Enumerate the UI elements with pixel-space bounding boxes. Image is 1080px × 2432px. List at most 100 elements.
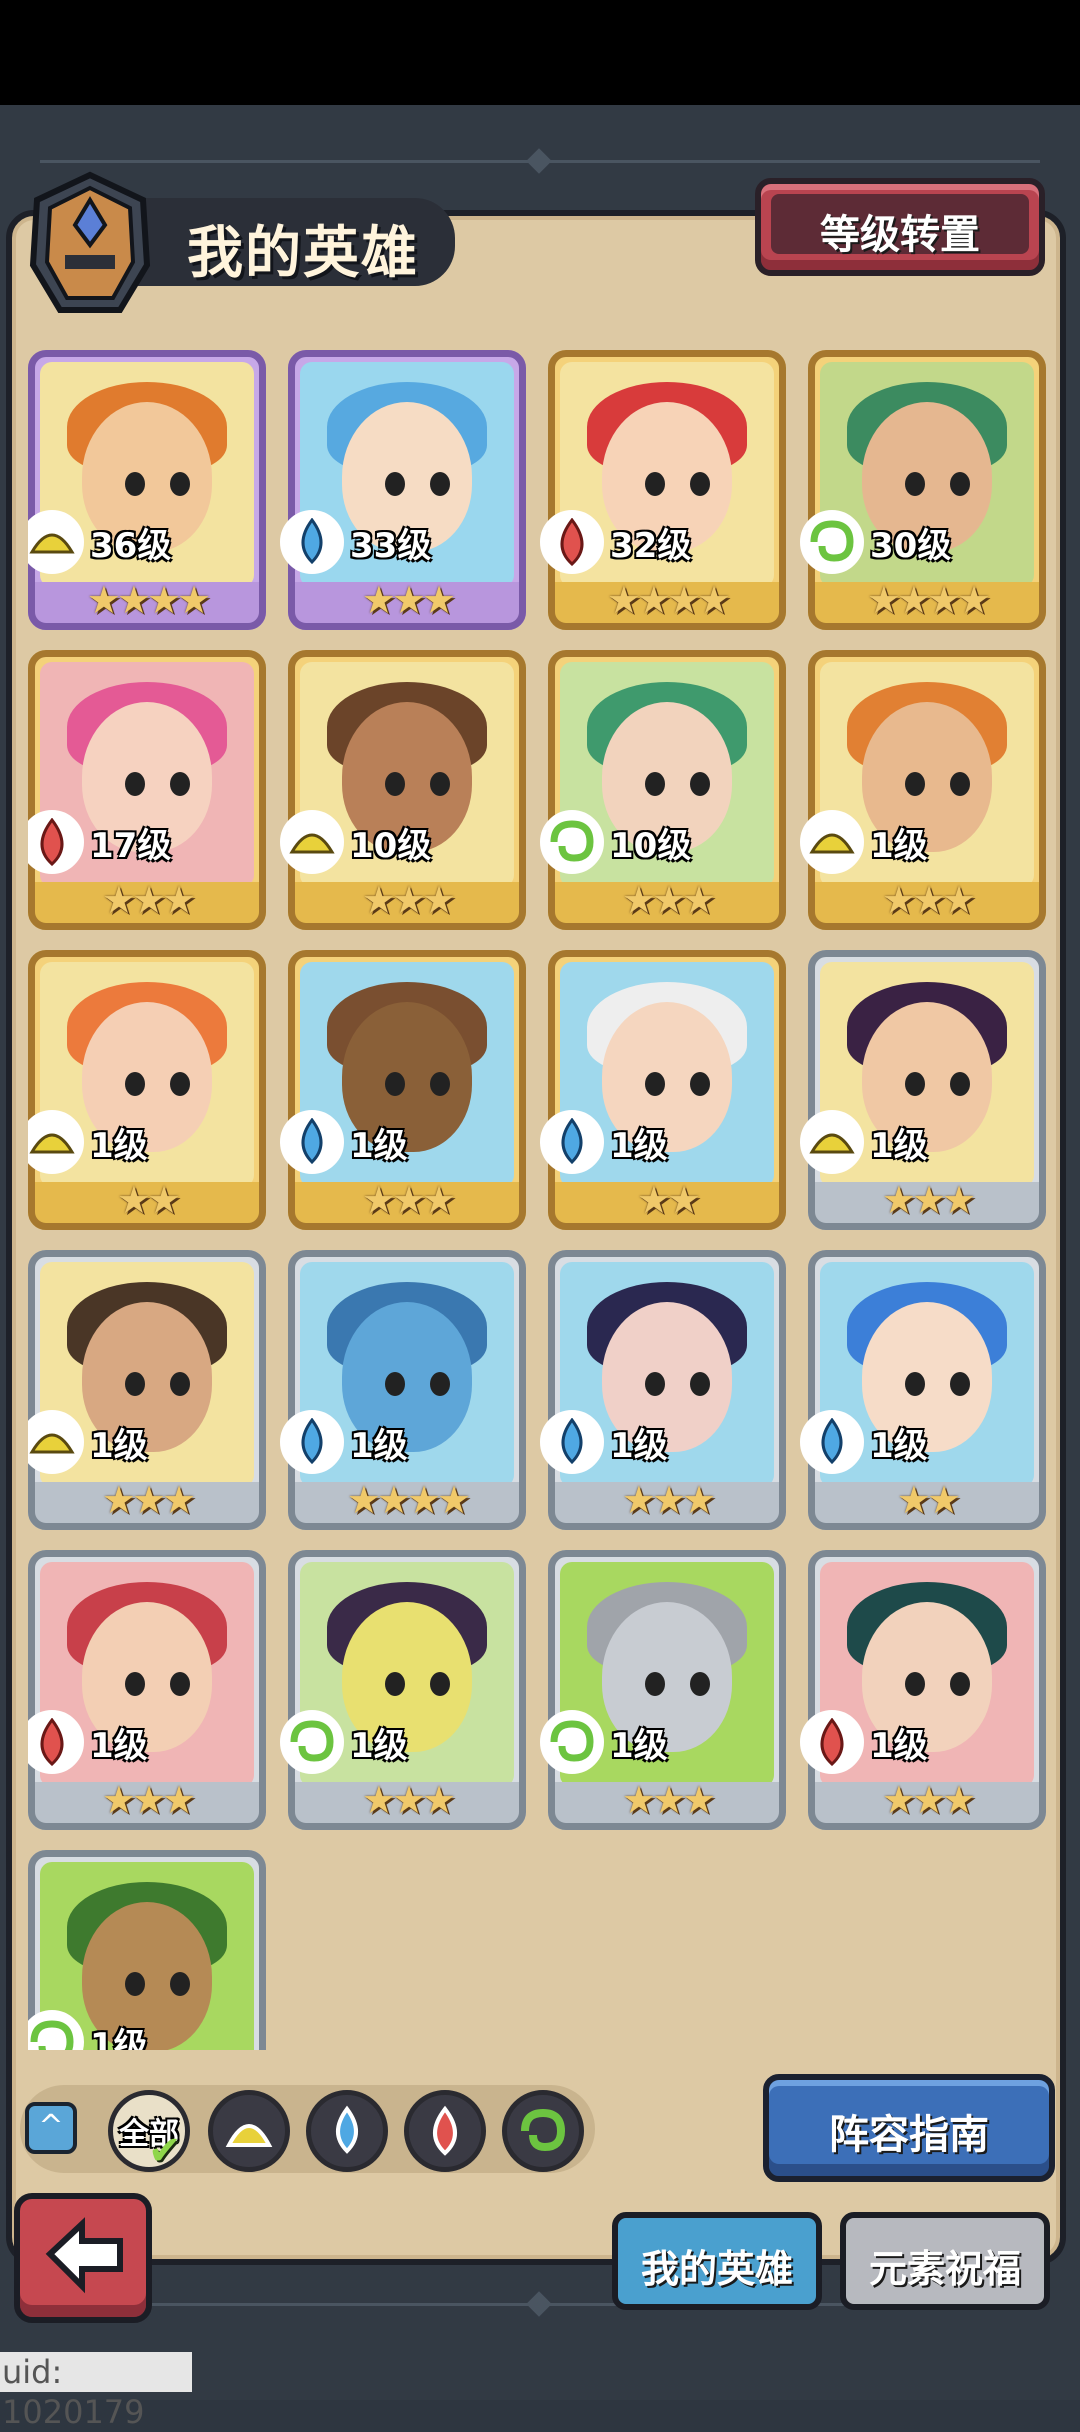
hero-stars: ★★★★ bbox=[346, 1478, 471, 1522]
water-element-icon bbox=[280, 1410, 344, 1474]
tab-element-blessing-label: 元素祝福 bbox=[868, 2247, 1021, 2291]
tab-my-heroes-label: 我的英雄 bbox=[640, 2247, 793, 2291]
filter-wind[interactable] bbox=[502, 2090, 584, 2172]
hero-card[interactable]: 1级 ★★★ bbox=[28, 1550, 266, 1830]
hero-card[interactable]: 30级 ★★★★ bbox=[800, 350, 1046, 630]
hero-stars: ★★★ bbox=[101, 1478, 196, 1522]
hero-level: 30级 bbox=[870, 526, 952, 566]
wind-element-icon bbox=[280, 1710, 344, 1774]
hero-card[interactable]: 1级 ★★★ bbox=[800, 1550, 1046, 1830]
hero-stars: ★★★ bbox=[881, 1778, 976, 1822]
filter-earth[interactable] bbox=[208, 2090, 290, 2172]
hero-card[interactable]: 1级 ★★★ bbox=[28, 1250, 266, 1530]
hero-level: 1级 bbox=[610, 1426, 668, 1466]
hero-stars: ★★★ bbox=[361, 1178, 456, 1222]
hero-card[interactable]: 17级 ★★★ bbox=[28, 650, 266, 930]
fire-element-icon bbox=[800, 1710, 864, 1774]
hero-card[interactable]: 10级 ★★★ bbox=[540, 650, 786, 930]
hero-stars: ★★★★ bbox=[606, 578, 731, 622]
hero-card[interactable]: 1级 ★★ bbox=[800, 1250, 1046, 1530]
hero-card[interactable]: 1级 ★★★ bbox=[800, 650, 1046, 930]
hero-card[interactable]: 1级 ★★★ bbox=[280, 1550, 526, 1830]
hero-stars: ★★ bbox=[636, 1178, 701, 1222]
hero-card[interactable]: 1级 ★★ bbox=[540, 950, 786, 1230]
back-button[interactable] bbox=[14, 2193, 152, 2323]
back-arrow-icon bbox=[45, 2217, 123, 2294]
water-element-icon bbox=[540, 1410, 604, 1474]
hero-level: 1级 bbox=[90, 1126, 148, 1166]
earth-element-icon bbox=[28, 1110, 84, 1174]
fire-element-icon bbox=[28, 810, 84, 874]
tab-element-blessing[interactable]: 元素祝福 bbox=[840, 2212, 1050, 2310]
hero-level: 1级 bbox=[610, 1126, 668, 1166]
hero-stars: ★★★★ bbox=[86, 578, 211, 622]
fire-element-icon bbox=[28, 1710, 84, 1774]
hero-card[interactable]: 1级 ★★★ bbox=[540, 1550, 786, 1830]
hero-stars: ★★★ bbox=[621, 878, 716, 922]
hero-level: 36级 bbox=[90, 526, 172, 566]
hero-level: 1级 bbox=[610, 1726, 668, 1766]
wind-element-icon bbox=[521, 2108, 566, 2152]
hero-stars: ★★★ bbox=[101, 878, 196, 922]
hero-stars: ★★★ bbox=[881, 878, 976, 922]
filter-water[interactable] bbox=[306, 2090, 388, 2172]
water-element-icon bbox=[280, 1110, 344, 1174]
water-element-icon bbox=[540, 1110, 604, 1174]
uid-label: uid: 1020179 bbox=[0, 2352, 192, 2431]
earth-element-icon bbox=[800, 1110, 864, 1174]
lineup-guide-button[interactable]: 阵容指南 bbox=[763, 2074, 1055, 2182]
hero-stars: ★★★ bbox=[361, 878, 456, 922]
water-element-icon bbox=[800, 1410, 864, 1474]
hero-level: 10级 bbox=[610, 826, 692, 866]
level-transfer-label: 等级转置 bbox=[820, 212, 980, 258]
hero-level: 1级 bbox=[870, 1126, 928, 1166]
hero-card[interactable]: 32级 ★★★★ bbox=[540, 350, 786, 630]
water-element-icon bbox=[336, 2105, 358, 2154]
hero-grid: 36级 ★★★★ 33级 ★★★ 32级 ★★★★ 30级 ★★★★ 17级 ★… bbox=[28, 350, 1048, 2050]
hero-card[interactable]: 33级 ★★★ bbox=[280, 350, 526, 630]
decor-diamond bbox=[526, 148, 552, 174]
hero-level: 10级 bbox=[350, 826, 432, 866]
hero-stars: ★★★ bbox=[621, 1478, 716, 1522]
hero-card[interactable]: 1级 ★★★ bbox=[28, 1850, 266, 2050]
hero-level: 1级 bbox=[350, 1426, 408, 1466]
hero-stars: ★★★ bbox=[361, 578, 456, 622]
hero-level: 17级 bbox=[90, 826, 172, 866]
page-header: 我的英雄 bbox=[25, 170, 455, 313]
tab-my-heroes[interactable]: 我的英雄 bbox=[612, 2212, 822, 2310]
hero-card[interactable]: 1级 ★★★★ bbox=[280, 1250, 526, 1530]
hero-level: 1级 bbox=[870, 1726, 928, 1766]
hero-stars: ★★ bbox=[116, 1178, 181, 1222]
hero-card[interactable]: 1级 ★★★ bbox=[800, 950, 1046, 1230]
status-bar bbox=[0, 0, 1080, 105]
level-transfer-button[interactable]: 等级转置 bbox=[755, 178, 1045, 276]
hero-level: 1级 bbox=[870, 1426, 928, 1466]
hero-level: 32级 bbox=[610, 526, 692, 566]
fire-element-icon bbox=[433, 2105, 457, 2156]
wind-element-icon bbox=[540, 1710, 604, 1774]
hero-level: 1级 bbox=[350, 1726, 408, 1766]
hero-stars: ★★★★ bbox=[866, 578, 991, 622]
earth-element-icon bbox=[28, 510, 84, 574]
hero-level: 1级 bbox=[90, 1726, 148, 1766]
hero-level: 1级 bbox=[90, 2026, 148, 2050]
hero-card[interactable]: 1级 ★★★ bbox=[540, 1250, 786, 1530]
earth-element-icon bbox=[28, 1410, 84, 1474]
hero-card[interactable]: 36级 ★★★★ bbox=[28, 350, 266, 630]
check-icon: ✔ bbox=[148, 2128, 182, 2174]
chevron-up-icon[interactable]: ^ bbox=[25, 2102, 77, 2154]
hero-level: 1级 bbox=[870, 826, 928, 866]
hero-level: 1级 bbox=[90, 1426, 148, 1466]
hero-stars: ★★★ bbox=[881, 1178, 976, 1222]
wind-element-icon bbox=[540, 810, 604, 874]
hero-level: 1级 bbox=[350, 1126, 408, 1166]
helmet-icon bbox=[29, 171, 151, 313]
hero-card[interactable]: 10级 ★★★ bbox=[280, 650, 526, 930]
lineup-guide-label: 阵容指南 bbox=[829, 2112, 989, 2158]
hero-card[interactable]: 1级 ★★★ bbox=[280, 950, 526, 1230]
filter-fire[interactable] bbox=[404, 2090, 486, 2172]
hero-card[interactable]: 1级 ★★ bbox=[28, 950, 266, 1230]
earth-element-icon bbox=[800, 810, 864, 874]
hero-stars: ★★★ bbox=[621, 1778, 716, 1822]
hero-stars: ★★★ bbox=[361, 1778, 456, 1822]
